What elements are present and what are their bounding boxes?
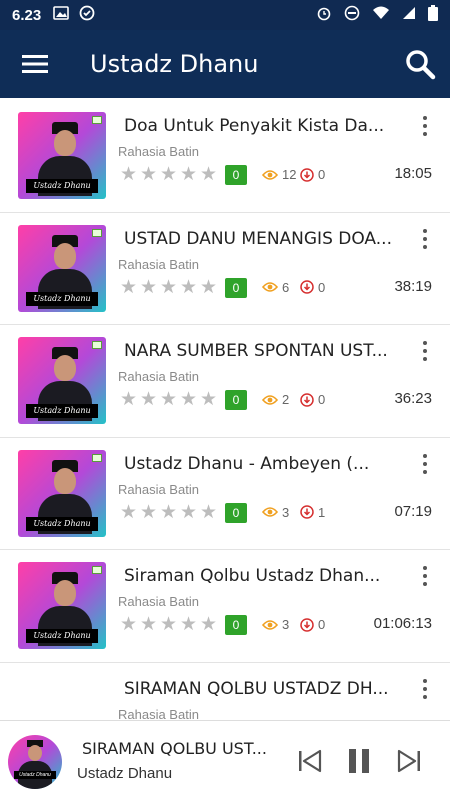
status-bar: 6.23 [0,0,450,30]
views-count: 3 [262,617,289,632]
search-icon [406,50,436,80]
hamburger-icon [22,55,48,73]
download-icon [300,280,314,294]
downloads-count: 0 [300,617,325,632]
rating-badge: 0 [225,165,247,185]
skip-previous-icon [299,749,322,773]
rating-stars[interactable]: ★ ★ ★ ★ ★ [120,165,218,184]
track-duration: 01:06:13 [373,615,432,632]
thumb-caption: Ustadz Dhanu [26,179,98,193]
track-thumbnail: Ustadz Dhanu [18,224,106,312]
track-album: Rahasia Batin [118,144,199,159]
more-options-icon[interactable] [416,339,434,363]
track-title: Siraman Qolbu Ustadz Dhan... [124,566,381,586]
track-duration: 18:05 [394,165,432,182]
track-title: USTAD DANU MENANGIS DOA... [124,228,392,249]
thumb-caption: Ustadz Dhanu [26,404,98,418]
rating-stars[interactable]: ★ ★ ★ ★ ★ [120,503,218,522]
track-thumbnail: Ustadz Dhanu [18,449,106,537]
search-button[interactable] [390,30,450,98]
rating-badge: 0 [225,615,247,635]
list-item[interactable]: Ustadz Dhanu USTAD DANU MENANGIS DOA... … [0,213,450,325]
app-bar: Ustadz Dhanu [0,30,450,98]
more-options-icon[interactable] [416,227,434,251]
download-icon [300,167,314,182]
shield-icon [79,5,95,25]
rating-badge: 0 [225,390,247,410]
download-icon [300,617,314,632]
pause-button[interactable] [343,745,375,777]
views-count: 2 [262,392,289,407]
rating-stars[interactable]: ★ ★ ★ ★ ★ [120,615,218,634]
rating-badge: 0 [225,502,247,523]
downloads-count: 0 [300,280,325,295]
views-count: 6 [262,280,289,295]
download-icon [300,392,314,407]
views-count: 12 [262,167,296,182]
player-thumbnail: Ustadz Dhanu [8,735,62,789]
track-album: Rahasia Batin [118,481,199,497]
track-duration: 07:19 [394,502,432,520]
thumb-caption: Ustadz Dhanu [26,629,98,643]
next-button[interactable] [393,745,425,777]
downloads-count: 0 [300,392,325,407]
list-item[interactable]: SIRAMAN QOLBU USTADZ DH... Rahasia Batin [0,663,450,721]
thumb-caption: Ustadz Dhanu [14,771,56,779]
app-title: Ustadz Dhanu [90,50,259,78]
track-title: SIRAMAN QOLBU USTADZ DH... [124,678,389,699]
more-options-icon[interactable] [416,564,434,588]
list-item[interactable]: Ustadz Dhanu Doa Untuk Penyakit Kista Da… [0,100,450,213]
track-duration: 36:23 [394,390,432,407]
download-icon [300,505,314,519]
dnd-icon [344,5,360,25]
alarm-icon [316,5,332,25]
player-title: SIRAMAN QOLBU UST... [82,739,267,758]
track-album: Rahasia Batin [118,256,199,272]
track-title: NARA SUMBER SPONTAN UST... [124,341,388,361]
eye-icon [262,507,278,517]
list-item[interactable]: Ustadz Dhanu Siraman Qolbu Ustadz Dhan..… [0,550,450,663]
wifi-icon [372,6,390,24]
track-title: Doa Untuk Penyakit Kista Da... [124,116,385,136]
rating-badge: 0 [225,277,247,298]
thumb-caption: Ustadz Dhanu [26,291,98,306]
track-thumbnail: Ustadz Dhanu [18,112,106,199]
track-thumbnail: Ustadz Dhanu [18,337,106,424]
downloads-count: 0 [300,167,325,182]
skip-next-icon [397,749,420,773]
eye-icon [262,394,278,405]
previous-button[interactable] [294,745,326,777]
more-options-icon[interactable] [416,677,434,701]
status-time: 6.23 [12,6,42,24]
more-options-icon[interactable] [416,452,434,476]
eye-icon [262,169,278,180]
mini-player[interactable]: Ustadz Dhanu SIRAMAN QOLBU UST... Ustadz… [0,720,450,800]
views-count: 3 [262,505,289,520]
rating-stars[interactable]: ★ ★ ★ ★ ★ [120,278,218,297]
pause-icon [349,749,369,773]
list-item[interactable]: Ustadz Dhanu NARA SUMBER SPONTAN UST... … [0,325,450,438]
menu-button[interactable] [0,30,70,98]
track-title: Ustadz Dhanu - Ambeyen (... [124,453,370,474]
track-thumbnail: Ustadz Dhanu [18,562,106,649]
battery-icon [428,5,438,25]
signal-icon [402,6,416,24]
downloads-count: 1 [300,505,325,520]
track-album: Rahasia Batin [118,706,199,721]
more-options-icon[interactable] [416,114,434,138]
eye-icon [262,619,278,630]
eye-icon [262,282,278,292]
rating-stars[interactable]: ★ ★ ★ ★ ★ [120,390,218,409]
thumb-caption: Ustadz Dhanu [26,516,98,531]
track-duration: 38:19 [394,277,432,295]
gallery-icon [53,6,70,24]
track-album: Rahasia Batin [118,594,199,609]
track-album: Rahasia Batin [118,369,199,384]
track-list: Ustadz Dhanu Doa Untuk Penyakit Kista Da… [0,100,450,720]
player-artist: Ustadz Dhanu [77,765,173,782]
list-item[interactable]: Ustadz Dhanu Ustadz Dhanu - Ambeyen (...… [0,438,450,550]
